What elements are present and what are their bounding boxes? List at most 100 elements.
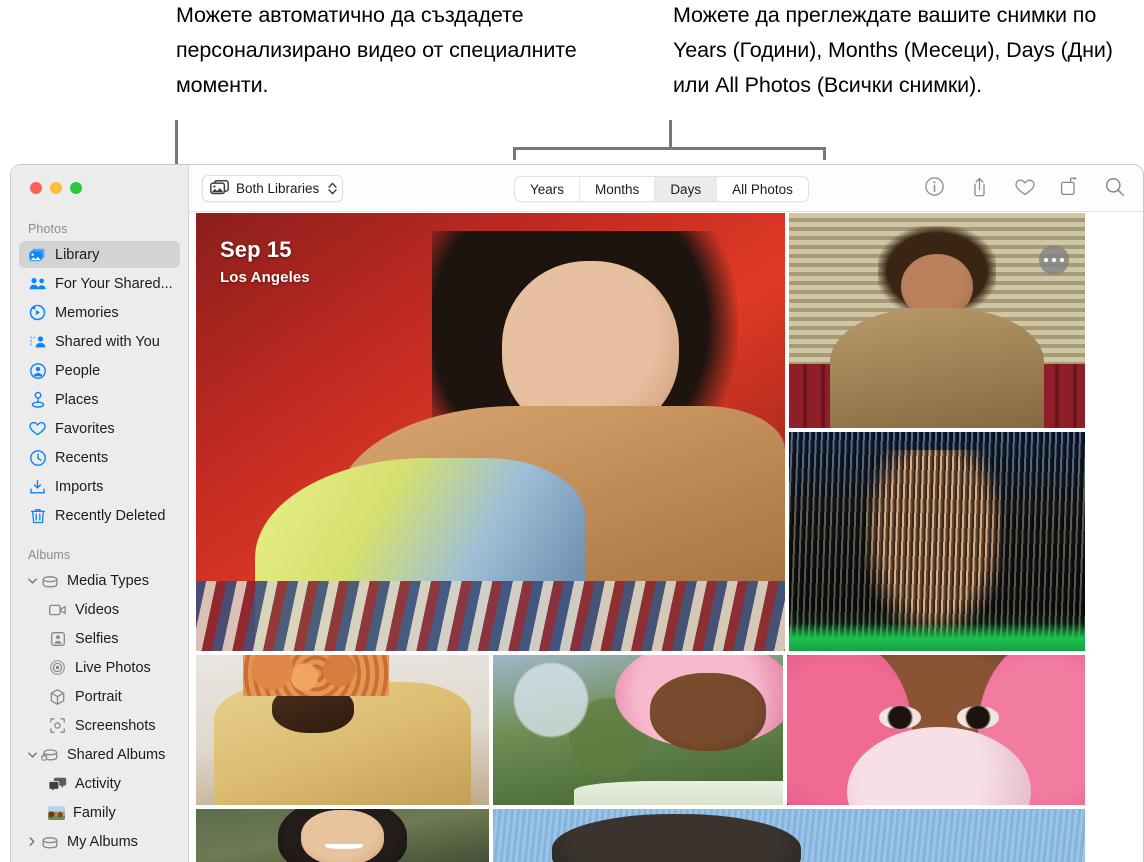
sidebar-item-label: Portrait bbox=[75, 689, 122, 705]
selfie-icon bbox=[48, 630, 67, 647]
photo-blue-water-hair[interactable] bbox=[493, 809, 1085, 862]
sidebar-item-label: Favorites bbox=[55, 421, 115, 437]
sidebar-item-people[interactable]: People bbox=[19, 357, 180, 384]
chevron-updown-icon[interactable] bbox=[328, 182, 337, 195]
trash-icon bbox=[28, 507, 47, 524]
sidebar-item-label: People bbox=[55, 363, 100, 379]
sidebar-item-videos[interactable]: Videos bbox=[19, 596, 180, 623]
photo-beaded-mask-yellow-shirt[interactable] bbox=[196, 655, 489, 805]
sidebar-item-label: My Albums bbox=[67, 834, 138, 850]
callout-view-modes-leader-stem bbox=[669, 120, 672, 149]
sidebar: Photos Library For Your Shared... bbox=[11, 165, 189, 862]
sidebar-item-places[interactable]: Places bbox=[19, 386, 180, 413]
import-icon bbox=[28, 478, 47, 495]
callout-memories-text: Можете автоматично да създадете персонал… bbox=[176, 0, 596, 103]
memories-icon bbox=[28, 304, 47, 321]
callout-view-modes-bracket-tick-left bbox=[513, 147, 516, 160]
sidebar-item-media-types[interactable]: Media Types bbox=[19, 567, 180, 594]
sidebar-item-shared-albums[interactable]: Shared Albums bbox=[19, 741, 180, 768]
activity-icon bbox=[48, 775, 67, 792]
sidebar-item-label: Videos bbox=[75, 602, 119, 618]
callout-view-modes-bracket bbox=[513, 147, 826, 150]
chevron-down-icon[interactable] bbox=[25, 752, 39, 758]
sidebar-item-for-your-shared[interactable]: For Your Shared... bbox=[19, 270, 180, 297]
photo-stack-icon bbox=[210, 180, 229, 198]
sidebar-item-library[interactable]: Library bbox=[19, 241, 180, 268]
sidebar-item-shared-with-you[interactable]: Shared with You bbox=[19, 328, 180, 355]
chevron-down-icon[interactable] bbox=[25, 578, 39, 584]
photo-laughing-woman[interactable] bbox=[196, 809, 489, 862]
hero-location-label: Los Angeles bbox=[220, 269, 310, 286]
search-icon[interactable] bbox=[1104, 175, 1125, 198]
tab-all-photos[interactable]: All Photos bbox=[717, 177, 808, 201]
photo-bubblegum-closeup[interactable] bbox=[787, 655, 1085, 805]
live-photo-icon bbox=[48, 659, 67, 676]
folder-icon bbox=[40, 833, 59, 850]
toolbar-actions bbox=[924, 175, 1125, 198]
person-circle-icon bbox=[28, 362, 47, 379]
sidebar-item-family[interactable]: Family bbox=[19, 799, 180, 826]
sidebar-item-portrait[interactable]: Portrait bbox=[19, 683, 180, 710]
video-icon bbox=[48, 601, 67, 618]
sidebar-item-activity[interactable]: Activity bbox=[19, 770, 180, 797]
sidebar-scroll-area[interactable]: Photos Library For Your Shared... bbox=[11, 210, 188, 862]
sidebar-section-photos-title: Photos bbox=[11, 210, 188, 241]
more-options-icon[interactable] bbox=[1039, 245, 1069, 275]
sidebar-item-imports[interactable]: Imports bbox=[19, 473, 180, 500]
hero-date-label: Sep 15 bbox=[220, 237, 292, 263]
heart-icon[interactable] bbox=[1014, 175, 1035, 198]
library-picker[interactable]: Both Libraries bbox=[202, 175, 343, 202]
photo-grid[interactable]: Sep 15 Los Angeles bbox=[196, 213, 1144, 862]
sidebar-item-label: Recently Deleted bbox=[55, 508, 165, 524]
sidebar-item-label: Imports bbox=[55, 479, 103, 495]
sidebar-item-label: Memories bbox=[55, 305, 119, 321]
close-button[interactable] bbox=[30, 182, 42, 194]
rotate-icon[interactable] bbox=[1059, 175, 1080, 198]
screenshot-icon bbox=[48, 717, 67, 734]
sidebar-item-screenshots[interactable]: Screenshots bbox=[19, 712, 180, 739]
sidebar-item-label: For Your Shared... bbox=[55, 276, 173, 292]
portrait-icon bbox=[48, 688, 67, 705]
sidebar-item-selfies[interactable]: Selfies bbox=[19, 625, 180, 652]
photo-hero-red-room-portrait[interactable]: Sep 15 Los Angeles bbox=[196, 213, 785, 651]
sidebar-item-label: Activity bbox=[75, 776, 121, 792]
sidebar-item-live-photos[interactable]: Live Photos bbox=[19, 654, 180, 681]
shared-folder-icon bbox=[40, 746, 59, 763]
photos-app-window: Photos Library For Your Shared... bbox=[10, 164, 1144, 862]
photo-art bbox=[789, 432, 1085, 651]
chevron-right-icon[interactable] bbox=[25, 837, 39, 846]
sidebar-item-recents[interactable]: Recents bbox=[19, 444, 180, 471]
photo-pink-afro-outdoor[interactable] bbox=[493, 655, 783, 805]
sidebar-item-label: Live Photos bbox=[75, 660, 151, 676]
sidebar-item-memories[interactable]: Memories bbox=[19, 299, 180, 326]
folder-icon bbox=[40, 572, 59, 589]
info-icon[interactable] bbox=[924, 175, 945, 198]
toolbar: Both Libraries – + Years Months Days All… bbox=[189, 165, 1143, 212]
sidebar-item-my-albums[interactable]: My Albums bbox=[19, 828, 180, 855]
sidebar-item-label: Places bbox=[55, 392, 99, 408]
photo-art bbox=[493, 655, 783, 805]
shared-with-you-icon bbox=[28, 333, 47, 350]
view-mode-segmented-control[interactable]: Years Months Days All Photos bbox=[514, 176, 809, 202]
callout-view-modes-text: Можете да преглеждате вашите снимки по Y… bbox=[673, 0, 1133, 103]
library-icon bbox=[28, 246, 47, 263]
sidebar-item-label: Screenshots bbox=[75, 718, 156, 734]
photo-wet-hair-grass[interactable] bbox=[789, 432, 1085, 651]
minimize-button[interactable] bbox=[50, 182, 62, 194]
sidebar-item-recently-deleted[interactable]: Recently Deleted bbox=[19, 502, 180, 529]
library-picker-label: Both Libraries bbox=[236, 181, 319, 196]
tab-days[interactable]: Days bbox=[655, 177, 717, 201]
photo-art bbox=[196, 655, 489, 805]
tab-years[interactable]: Years bbox=[515, 177, 580, 201]
photo-art bbox=[493, 809, 1085, 862]
photo-art bbox=[196, 809, 489, 862]
share-icon[interactable] bbox=[969, 175, 990, 198]
sidebar-item-favorites[interactable]: Favorites bbox=[19, 415, 180, 442]
callout-view-modes-bracket-tick-right bbox=[823, 147, 826, 160]
tab-months[interactable]: Months bbox=[580, 177, 655, 201]
photo-blinds-portrait[interactable] bbox=[789, 213, 1085, 428]
zoom-button[interactable] bbox=[70, 182, 82, 194]
sidebar-item-label: Shared Albums bbox=[67, 747, 165, 763]
sidebar-item-label: Media Types bbox=[67, 573, 149, 589]
sidebar-item-label: Recents bbox=[55, 450, 108, 466]
